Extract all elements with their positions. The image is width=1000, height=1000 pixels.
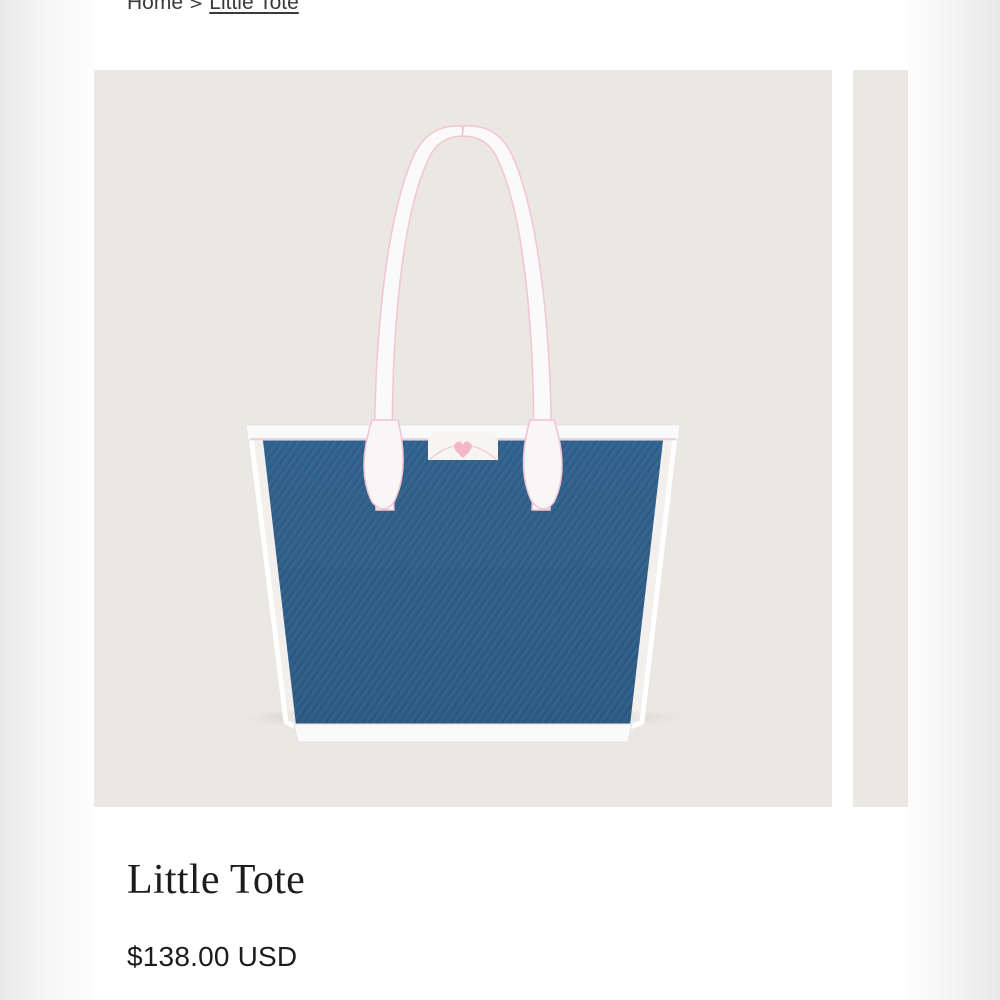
product-image-main[interactable] [94, 70, 832, 807]
denim-tote-bag-image [242, 125, 682, 743]
breadcrumb-home-link[interactable]: Home [127, 0, 183, 14]
product-price: $138.00 USD [127, 941, 298, 972]
product-page: Home > Little Tote Little Tote $138.00 U… [94, 0, 908, 1000]
product-image-next-peek[interactable] [853, 70, 908, 807]
product-title: Little Tote [127, 857, 306, 903]
breadcrumb-current-link[interactable]: Little Tote [209, 0, 299, 14]
breadcrumb: Home > Little Tote [127, 0, 299, 15]
breadcrumb-separator: > [189, 0, 204, 14]
